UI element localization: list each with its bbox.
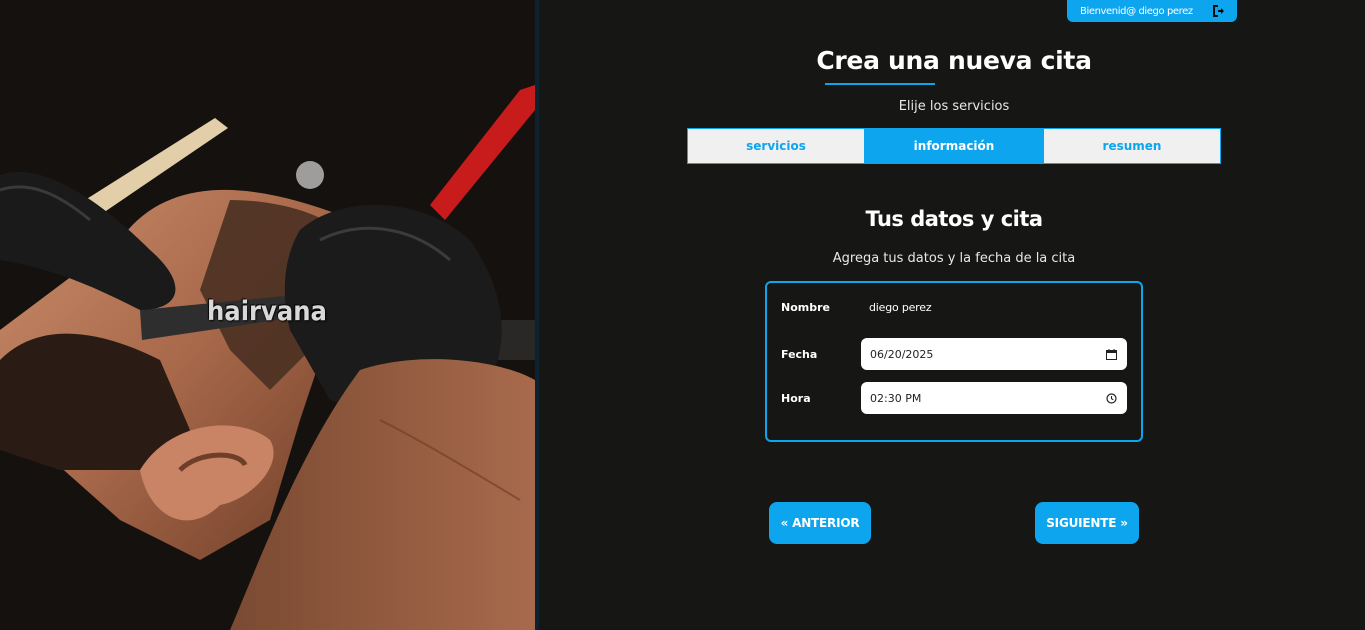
logout-icon[interactable] xyxy=(1211,4,1225,18)
date-input[interactable]: 06/20/2025 xyxy=(861,338,1127,370)
clock-icon[interactable] xyxy=(1106,392,1117,404)
date-label: Fecha xyxy=(781,347,818,361)
previous-button[interactable]: « ANTERIOR xyxy=(769,502,871,544)
page-title: Crea una nueva cita xyxy=(816,46,1092,75)
steps-tabs: servicios información resumen xyxy=(687,128,1221,164)
hero-photo: hairvana xyxy=(0,0,535,630)
welcome-text: Bienvenid@ diego perez xyxy=(1080,5,1193,17)
date-row: Fecha 06/20/2025 xyxy=(781,338,1127,370)
time-input[interactable]: 02:30 PM xyxy=(861,382,1127,414)
time-label: Hora xyxy=(781,391,811,405)
name-label: Nombre xyxy=(781,301,830,314)
tab-servicios[interactable]: servicios xyxy=(687,128,865,164)
next-button[interactable]: SIGUIENTE » xyxy=(1035,502,1139,544)
calendar-icon[interactable] xyxy=(1106,348,1117,360)
section-title: Tus datos y cita xyxy=(865,207,1043,231)
date-value: 06/20/2025 xyxy=(870,347,934,361)
tab-informacion[interactable]: información xyxy=(865,128,1043,164)
name-row: Nombre diego perez xyxy=(781,301,932,314)
name-value: diego perez xyxy=(869,301,932,314)
section-description: Agrega tus datos y la fecha de la cita xyxy=(832,251,1076,266)
time-row: Hora 02:30 PM xyxy=(781,382,1127,414)
appointment-form: Nombre diego perez Fecha 06/20/2025 Hora xyxy=(765,281,1143,442)
appointment-panel: Bienvenid@ diego perez Crea una nueva ci… xyxy=(539,0,1365,630)
time-value: 02:30 PM xyxy=(870,391,922,405)
welcome-bar[interactable]: Bienvenid@ diego perez xyxy=(1067,0,1237,22)
title-underline xyxy=(825,83,935,85)
tab-resumen[interactable]: resumen xyxy=(1043,128,1221,164)
brand-logo: hairvana xyxy=(207,296,327,327)
page-subtitle: Elije los servicios xyxy=(898,99,1010,114)
